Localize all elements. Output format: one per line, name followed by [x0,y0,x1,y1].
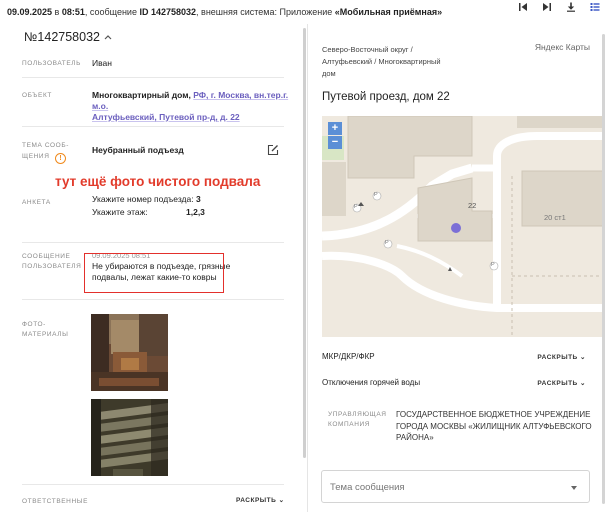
photos-label: ФОТО- МАТЕРИАЛЫ [22,321,69,338]
record-details-panel: №142758032 ПОЛЬЗОВАТЕЛЬ Иван ОБЪЕКТ Мног… [0,24,308,512]
expand-mkr-button[interactable]: РАСКРЫТЬ ⌄ [537,353,586,361]
survey-question-1: Укажите номер подъезда: 3 [92,194,201,204]
divider [22,77,284,78]
survey-question-2: Укажите этаж: [92,207,148,217]
expand-responsible-button[interactable]: РАСКРЫТЬ ⌄ [236,496,285,504]
map-zoom-controls: + − [328,122,342,149]
object-address-link-2[interactable]: Алтуфьевский, Путевой пр-д, д. 22 [92,112,240,122]
management-company-label: УПРАВЛЯЮЩАЯ КОМПАНИЯ [328,411,387,428]
address-title: Путевой проезд, дом 22 [322,91,450,103]
chevron-down-icon: ⌄ [580,354,586,361]
chevron-down-icon: ⌄ [580,380,586,387]
topic-select[interactable]: Тема сообщения [321,470,590,503]
dropdown-arrow-icon [571,486,577,490]
place-marker: P [354,204,358,210]
topic-value: Неубранный подъезд [92,145,184,155]
edit-icon[interactable] [267,144,279,159]
building-other-label: 20 ст1 [544,213,566,222]
map-provider-label: Яндекс Карты [534,42,590,52]
zoom-in-button[interactable]: + [328,122,342,135]
annotation-note: тут ещё фото чистого подвала [55,174,261,189]
map-canvas [322,116,605,337]
section-hot-water-label: Отключения горячей воды [322,378,421,387]
divider [22,242,284,243]
topic-select-placeholder: Тема сообщения [330,482,405,493]
download-icon[interactable] [565,1,577,13]
divider [22,126,284,127]
chevron-down-icon: ⌄ [278,497,285,504]
message-date: 09.09.2025 [7,7,53,17]
location-panel: Северо-Восточный округ / Алтуфьевский / … [308,24,605,512]
user-message-label: СООБЩЕНИЕ ПОЛЬЗОВАТЕЛЯ [22,253,82,270]
place-marker: P [491,262,495,268]
record-number: №142758032 [24,30,100,44]
message-time: 08:51 [61,7,85,17]
place-marker: P [374,192,378,198]
external-system: «Мобильная приёмная» [334,7,443,17]
survey-row: АНКЕТА Укажите номер подъезда: 3 Укажите… [22,194,284,224]
zoom-out-button[interactable]: − [328,136,342,149]
divider [22,299,284,300]
left-scrollbar-thumb[interactable] [303,28,306,458]
topic-row: ТЕМА СООБ- ЩЕНИЯ ! Неубранный подъезд [22,140,284,170]
section-hot-water-row: Отключения горячей воды РАСКРЫТЬ ⌄ [322,378,586,387]
chevron-up-icon[interactable] [104,32,112,42]
user-label: ПОЛЬЗОВАТЕЛЬ [22,60,82,67]
message-info: 09.09.2025 в 08:51, сообщение ID 1427580… [7,7,443,17]
warning-icon: ! [55,153,66,164]
place-marker: P [385,240,389,246]
object-label: ОБЪЕКТ [22,92,52,99]
object-value: Многоквартирный дом, РФ, г. Москва, вн.т… [92,90,289,122]
object-row: ОБЪЕКТ Многоквартирный дом, РФ, г. Москв… [22,90,288,122]
photo-thumbnail-stairs[interactable] [91,399,168,476]
list-icon[interactable] [589,1,601,13]
toolbar [517,1,601,13]
first-page-icon[interactable] [517,1,529,13]
user-value: Иван [92,58,112,68]
expand-hot-water-button[interactable]: РАСКРЫТЬ ⌄ [537,379,586,387]
district-breadcrumb: Северо-Восточный округ / Алтуфьевский / … [322,45,441,78]
responsible-label: ОТВЕТСТВЕННЫЕ [22,498,89,505]
management-company-value: Государственное бюджетное учреждение гор… [396,410,592,442]
divider [22,484,284,485]
survey-answer-2: 1,2,3 [186,207,205,217]
message-id: ID 142758032 [139,7,197,17]
record-title[interactable]: №142758032 [24,30,112,44]
top-bar: 09.09.2025 в 08:51, сообщение ID 1427580… [0,0,605,24]
section-mkr-row: МКР/ДКР/ФКР РАСКРЫТЬ ⌄ [322,352,586,361]
photo-thumbnail-entrance[interactable] [91,314,168,391]
left-scrollbar[interactable] [303,24,306,512]
survey-answer-1: 3 [195,194,201,204]
building-number-label: 22 [468,201,477,210]
survey-label: АНКЕТА [22,199,51,206]
annotation-highlight-box [84,253,224,293]
section-mkr-label: МКР/ДКР/ФКР [322,352,375,361]
map-view[interactable]: 22 20 ст1 P P P P + − [322,116,605,337]
user-row: ПОЛЬЗОВАТЕЛЬ Иван [22,58,284,72]
last-page-icon[interactable] [541,1,553,13]
responsible-row: ОТВЕТСТВЕННЫЕ РАСКРЫТЬ ⌄ [22,496,284,510]
